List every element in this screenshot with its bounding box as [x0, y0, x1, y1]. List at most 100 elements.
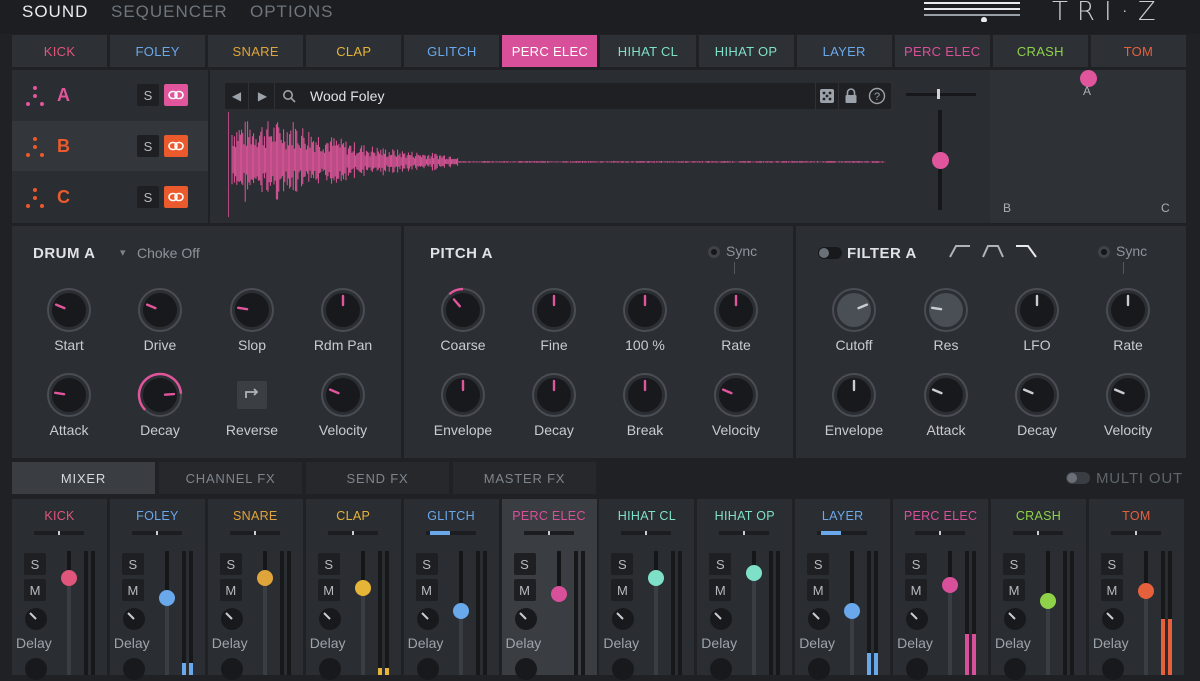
solo-button[interactable]: S [611, 553, 634, 575]
sample-vslider-handle[interactable] [932, 152, 949, 169]
drum-tab[interactable]: FOLEY [110, 35, 206, 67]
prev-sample-button[interactable]: ◀ [225, 83, 249, 109]
knob[interactable] [1013, 286, 1061, 334]
nav-tab-options[interactable]: OPTIONS [250, 2, 334, 22]
mute-button[interactable]: M [24, 579, 46, 601]
send-knob[interactable] [1003, 607, 1027, 631]
filter-toggle[interactable] [818, 247, 842, 259]
tab-mixer[interactable]: MIXER [12, 462, 155, 494]
fader-handle[interactable] [844, 602, 861, 619]
mute-button[interactable]: M [415, 579, 438, 601]
knob[interactable] [439, 286, 487, 334]
solo-button[interactable]: S [1003, 553, 1025, 575]
send-knob[interactable] [220, 607, 244, 631]
send-knob[interactable] [318, 657, 342, 681]
solo-button[interactable]: S [807, 553, 830, 575]
dice-icon[interactable] [815, 83, 839, 109]
link-icon[interactable] [164, 135, 188, 157]
bandpass-icon[interactable] [981, 243, 1005, 259]
chevron-down-icon[interactable]: ▾ [120, 246, 126, 259]
knob[interactable] [45, 371, 93, 419]
lock-icon[interactable] [839, 83, 863, 109]
sample-hslider-track[interactable] [906, 93, 976, 96]
mute-button[interactable]: M [1003, 579, 1025, 601]
knob[interactable] [712, 286, 760, 334]
knob[interactable] [621, 286, 669, 334]
drum-tab[interactable]: SNARE [208, 35, 304, 67]
drum-tab[interactable]: HIHAT CL [600, 35, 696, 67]
send-knob[interactable] [1101, 607, 1125, 631]
send-knob[interactable] [709, 607, 733, 631]
layer-row-a[interactable]: A S [12, 70, 208, 120]
sync-radio[interactable] [708, 246, 720, 258]
fader-handle[interactable] [256, 570, 273, 587]
fader-handle[interactable] [942, 576, 959, 593]
knob[interactable] [136, 286, 184, 334]
mute-button[interactable]: M [611, 579, 634, 601]
tab-channel-fx[interactable]: CHANNEL FX [159, 462, 302, 494]
drum-tab[interactable]: CLAP [306, 35, 402, 67]
layer-row-b[interactable]: B S [12, 121, 208, 171]
highpass-icon[interactable] [948, 243, 972, 259]
waveform-display[interactable] [228, 112, 888, 217]
fader-handle[interactable] [648, 570, 665, 587]
fader-handle[interactable] [158, 590, 175, 607]
send-knob[interactable] [611, 657, 635, 681]
send-knob[interactable] [514, 607, 538, 631]
channel-pan-bar[interactable] [131, 531, 182, 535]
knob[interactable] [530, 371, 578, 419]
nav-tab-sound[interactable]: SOUND [22, 2, 88, 22]
layer-row-c[interactable]: C S [12, 172, 208, 222]
fader-handle[interactable] [354, 580, 371, 597]
send-knob[interactable] [416, 657, 440, 681]
send-knob[interactable] [220, 657, 244, 681]
lowpass-icon[interactable] [1014, 243, 1038, 259]
channel-pan-bar[interactable] [523, 531, 574, 535]
drum-tab[interactable]: LAYER [796, 35, 892, 67]
send-knob[interactable] [122, 657, 146, 681]
channel-pan-bar[interactable] [229, 531, 280, 535]
solo-button[interactable]: S [121, 553, 144, 575]
multi-out-toggle[interactable] [1066, 472, 1090, 484]
knob[interactable] [319, 371, 367, 419]
knob[interactable] [439, 371, 487, 419]
solo-button[interactable]: S [24, 553, 46, 575]
fader-handle[interactable] [550, 586, 567, 603]
mute-button[interactable]: M [709, 579, 732, 601]
send-knob[interactable] [905, 657, 929, 681]
channel-pan-bar[interactable] [621, 531, 672, 535]
solo-button[interactable]: S [709, 553, 732, 575]
solo-button[interactable]: S [1100, 553, 1123, 575]
knob[interactable] [922, 286, 970, 334]
layer-solo-button[interactable]: S [137, 135, 159, 157]
knob[interactable] [712, 371, 760, 419]
knob[interactable] [1013, 371, 1061, 419]
send-knob[interactable] [709, 657, 733, 681]
mute-button[interactable]: M [317, 579, 340, 601]
layer-solo-button[interactable]: S [137, 84, 159, 106]
solo-button[interactable]: S [317, 553, 340, 575]
mute-button[interactable]: M [807, 579, 830, 601]
mute-button[interactable]: M [219, 579, 242, 601]
fader-handle[interactable] [452, 602, 469, 619]
drum-tab[interactable]: TOM [1090, 35, 1186, 67]
fader-handle[interactable] [1040, 592, 1056, 609]
send-knob[interactable] [1003, 657, 1027, 681]
help-icon[interactable]: ? [865, 83, 889, 109]
link-icon[interactable] [164, 84, 188, 106]
nav-tab-sequencer[interactable]: SEQUENCER [111, 2, 228, 22]
send-knob[interactable] [611, 607, 635, 631]
next-sample-button[interactable]: ▶ [251, 83, 275, 109]
mute-button[interactable]: M [513, 579, 536, 601]
send-knob[interactable] [416, 607, 440, 631]
reverse-button[interactable] [228, 371, 276, 419]
sync-radio[interactable] [1098, 246, 1110, 258]
send-knob[interactable] [807, 607, 831, 631]
send-knob[interactable] [1101, 657, 1125, 681]
knob[interactable] [530, 286, 578, 334]
sample-hslider-handle[interactable] [937, 89, 940, 99]
drum-tab[interactable]: KICK [12, 35, 108, 67]
channel-pan-bar[interactable] [34, 531, 84, 535]
knob[interactable] [319, 286, 367, 334]
drum-tab[interactable]: HIHAT OP [698, 35, 794, 67]
